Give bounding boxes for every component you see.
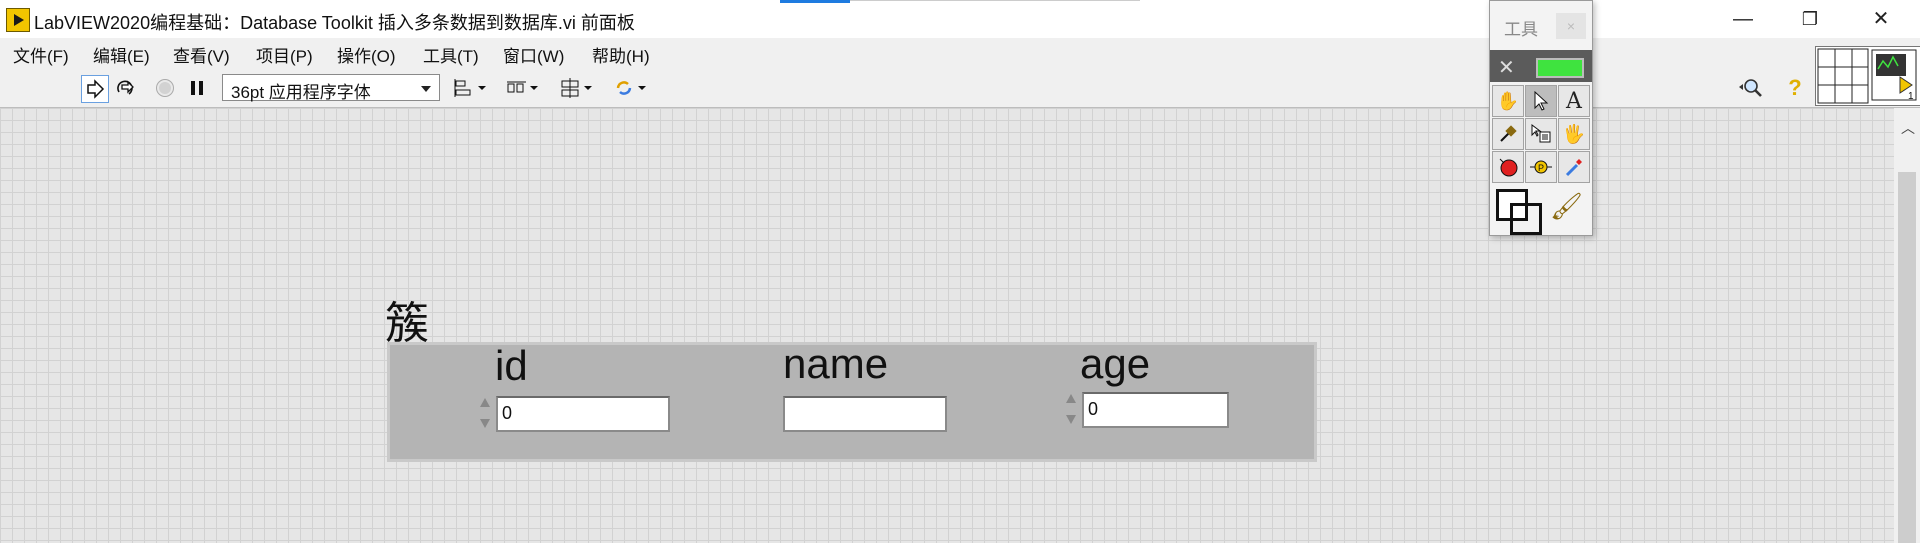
scroll-up-arrow-icon[interactable]: ︿ xyxy=(1901,118,1915,138)
age-input[interactable]: 0 xyxy=(1082,392,1229,428)
distribute-objects-icon[interactable] xyxy=(505,75,541,101)
tools-palette-close-button[interactable]: × xyxy=(1556,13,1586,39)
menu-operate[interactable]: 操作(O) xyxy=(337,42,396,67)
auto-select-led[interactable] xyxy=(1536,58,1584,78)
breakpoint-icon[interactable] xyxy=(1492,151,1524,183)
position-arrow-icon[interactable] xyxy=(1525,85,1557,117)
automatic-tool-selection[interactable]: ✕ xyxy=(1490,50,1592,82)
increment-arrow-icon[interactable] xyxy=(480,398,490,407)
name-label: name xyxy=(783,340,889,387)
decrement-arrow-icon[interactable] xyxy=(1066,415,1076,424)
svg-text:1: 1 xyxy=(1908,91,1914,102)
window-title: LabVIEW2020编程基础：Database Toolkit 插入多条数据到… xyxy=(34,13,635,33)
id-input[interactable]: 0 xyxy=(496,396,670,432)
tools-palette[interactable]: 工具 × ✕ ✋ A 🖐 P 🖌 xyxy=(1489,0,1593,236)
run-continuously-icon[interactable] xyxy=(113,75,139,101)
menu-view[interactable]: 查看(V) xyxy=(173,42,230,67)
probe-icon[interactable]: P xyxy=(1525,151,1557,183)
font-size-select[interactable]: 36pt 应用程序字体 xyxy=(222,74,440,102)
wiring-spool-icon[interactable] xyxy=(1492,118,1524,150)
menu-window[interactable]: 窗口(W) xyxy=(503,42,564,67)
font-select-value: 36pt 应用程序字体 xyxy=(231,83,371,102)
menu-help[interactable]: 帮助(H) xyxy=(592,42,650,67)
tools-palette-title: 工具 xyxy=(1504,20,1538,39)
front-panel-canvas[interactable] xyxy=(0,108,1894,543)
background-color-swatch[interactable] xyxy=(1510,203,1542,235)
name-input[interactable] xyxy=(783,396,947,432)
minimize-button[interactable]: — xyxy=(1718,4,1768,34)
chevron-down-icon xyxy=(421,86,431,92)
color-dropper-icon[interactable] xyxy=(1558,151,1590,183)
id-increment-decrement[interactable] xyxy=(477,394,493,434)
paintbrush-icon[interactable]: 🖌 xyxy=(1550,191,1583,222)
menu-bar: 文件(F) 编辑(E) 查看(V) 项目(P) 操作(O) 工具(T) 窗口(W… xyxy=(0,38,1920,69)
align-objects-icon[interactable] xyxy=(453,75,489,101)
run-arrow-icon[interactable] xyxy=(81,75,109,103)
menu-project[interactable]: 项目(P) xyxy=(256,42,313,67)
restore-button[interactable]: ❐ xyxy=(1785,4,1835,34)
shortcut-menu-icon[interactable] xyxy=(1525,118,1557,150)
decrement-arrow-icon[interactable] xyxy=(480,419,490,428)
scrollbar-thumb[interactable] xyxy=(1898,172,1916,543)
increment-arrow-icon[interactable] xyxy=(1066,394,1076,403)
operate-hand-icon[interactable]: ✋ xyxy=(1492,85,1524,117)
resize-objects-icon[interactable] xyxy=(559,75,595,101)
coloring-tool[interactable]: 🖌 xyxy=(1492,185,1590,235)
age-label: age xyxy=(1080,340,1151,387)
pause-icon[interactable] xyxy=(184,75,210,101)
toolbar: 36pt 应用程序字体 ? xyxy=(0,69,1920,108)
search-icon[interactable] xyxy=(1734,75,1766,101)
vertical-scrollbar[interactable]: ︿ xyxy=(1894,108,1920,543)
menu-tools[interactable]: 工具(T) xyxy=(423,42,479,67)
svg-text:P: P xyxy=(1538,163,1544,173)
text-tool-icon[interactable]: A xyxy=(1558,85,1590,117)
wrench-icon: ✕ xyxy=(1498,57,1515,79)
age-increment-decrement[interactable] xyxy=(1063,390,1079,430)
id-label: id xyxy=(495,342,528,389)
close-button[interactable]: ✕ xyxy=(1856,4,1906,34)
menu-file[interactable]: 文件(F) xyxy=(13,42,69,67)
taskbar-accent-line xyxy=(780,0,850,3)
connector-pane-icon[interactable]: 1 xyxy=(1815,46,1920,106)
menu-edit[interactable]: 编辑(E) xyxy=(93,42,150,67)
reorder-icon[interactable] xyxy=(613,75,649,101)
title-divider xyxy=(850,0,1140,1)
title-bar: LabVIEW2020编程基础：Database Toolkit 插入多条数据到… xyxy=(0,0,1920,38)
scroll-hand-icon[interactable]: 🖐 xyxy=(1558,118,1590,150)
help-icon[interactable]: ? xyxy=(1782,75,1808,101)
abort-icon[interactable] xyxy=(152,75,178,101)
labview-app-icon[interactable] xyxy=(6,8,30,32)
